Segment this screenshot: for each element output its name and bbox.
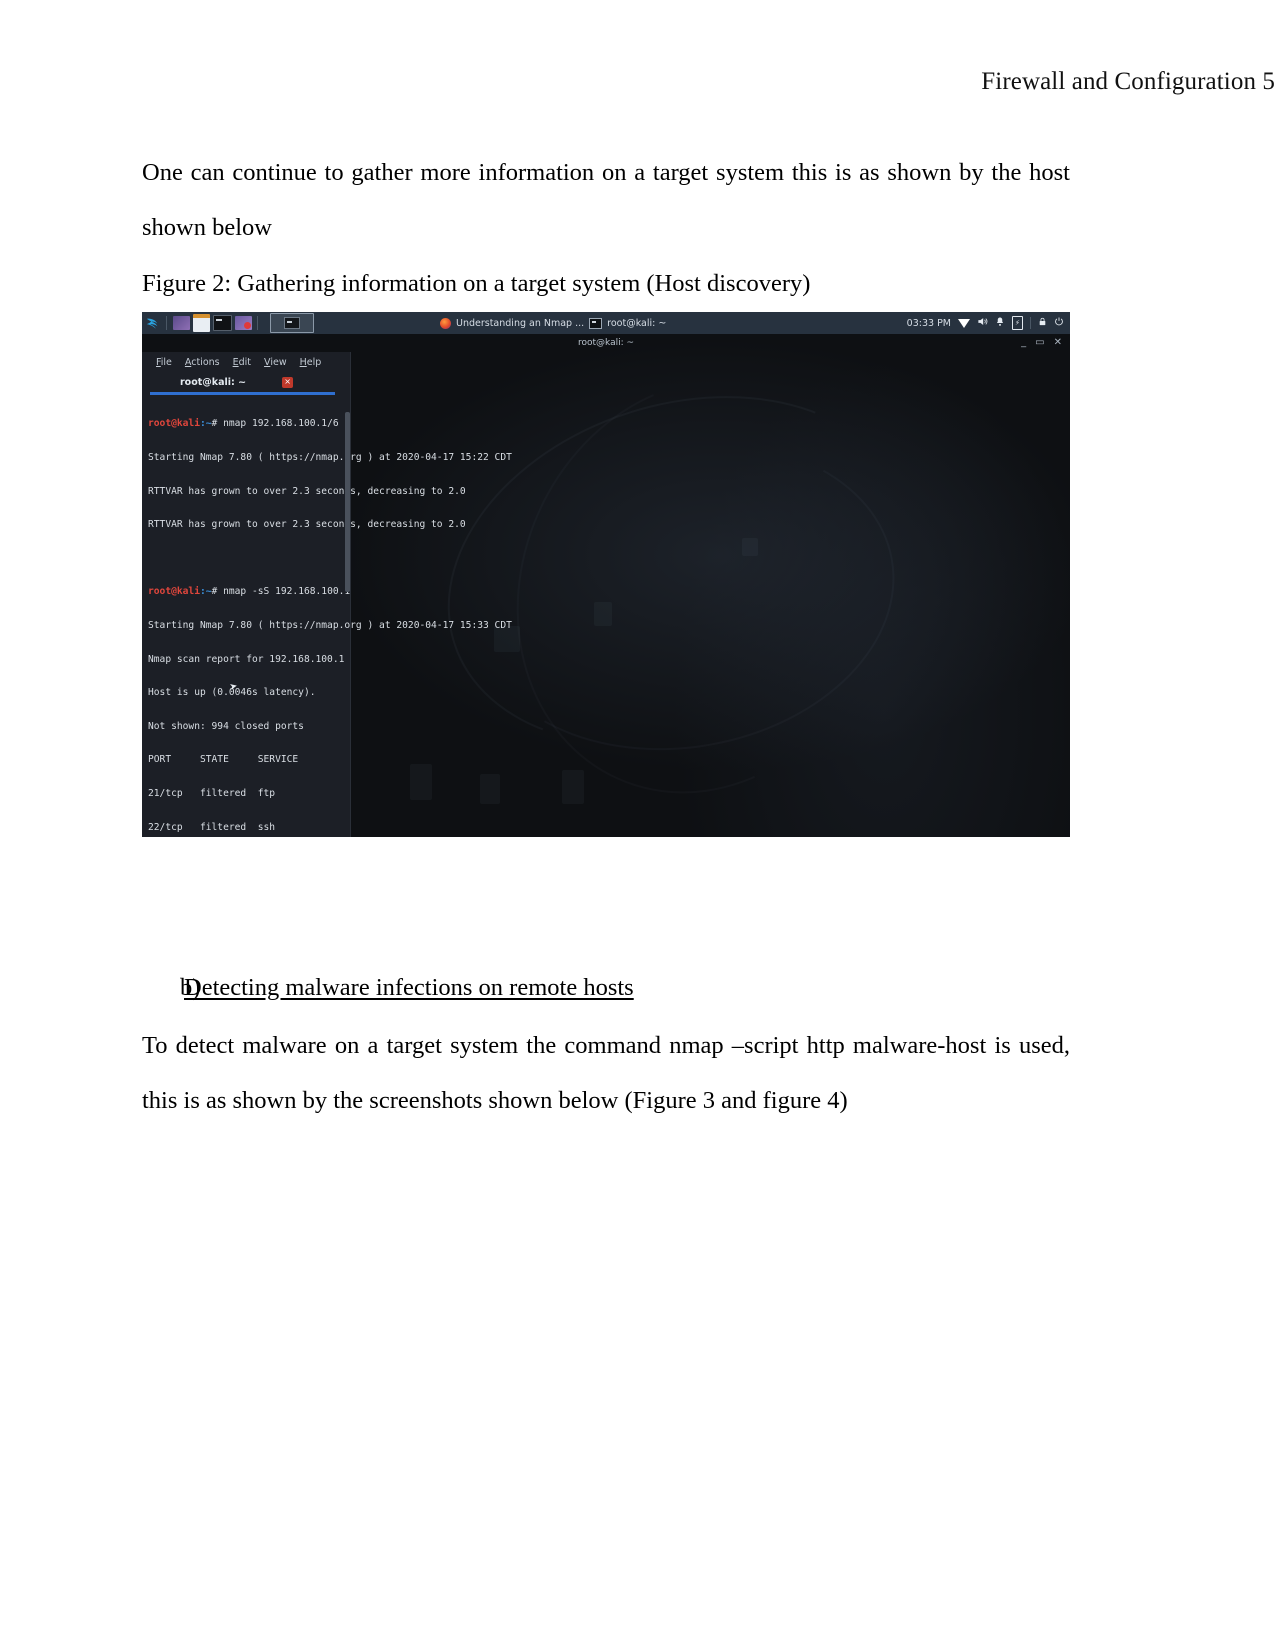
prompt-user: root@kali bbox=[148, 418, 200, 430]
terminal-window: File Actions Edit View Help root@kali: ~… bbox=[142, 352, 512, 837]
menu-view[interactable]: View bbox=[264, 357, 287, 368]
prompt-symbol: # bbox=[211, 586, 224, 598]
figure-caption-block: Figure 2: Gathering information on a tar… bbox=[142, 256, 1070, 311]
terminal-line: Nmap scan report for 192.168.100.1 bbox=[148, 653, 345, 665]
taskbar-divider-2 bbox=[257, 316, 258, 330]
terminal-line: PORT STATE SERVICE bbox=[148, 754, 299, 766]
prompt-symbol: # bbox=[211, 418, 224, 430]
terminal-line: Starting Nmap 7.80 ( https://nmap.org ) … bbox=[148, 452, 512, 464]
terminal-line: 22/tcp filtered ssh bbox=[148, 821, 276, 833]
taskbar-window-list: Understanding an Nmap ... root@kali: ~ bbox=[440, 317, 666, 329]
close-button[interactable]: ✕ bbox=[1054, 338, 1062, 348]
tray-divider bbox=[1030, 317, 1031, 329]
tab-active-underline bbox=[150, 392, 335, 395]
system-tray: 03:33 PM ⚡ bbox=[907, 316, 1070, 330]
menu-file[interactable]: File bbox=[156, 357, 172, 368]
power-icon[interactable] bbox=[1054, 316, 1064, 330]
terminal-line: Not shown: 994 closed ports bbox=[148, 720, 304, 732]
menu-edit[interactable]: Edit bbox=[233, 357, 251, 368]
running-head: Firewall and Configuration 5 bbox=[981, 68, 1275, 95]
terminal-line: 21/tcp filtered ftp bbox=[148, 788, 276, 800]
window-controls: _ ▭ ✕ bbox=[1021, 338, 1062, 348]
app-launcher-4-icon[interactable] bbox=[234, 316, 252, 330]
window-item-terminal-label[interactable]: root@kali: ~ bbox=[607, 318, 666, 329]
terminal-line: root@kali:~# nmap 192.168.100.1/6 bbox=[148, 418, 350, 429]
wallpaper-block-1 bbox=[410, 764, 432, 800]
terminal-scrollbar[interactable] bbox=[345, 412, 350, 592]
terminal-mini-icon bbox=[284, 317, 300, 329]
bell-icon[interactable] bbox=[995, 316, 1005, 330]
prompt-path: :~ bbox=[199, 586, 212, 598]
terminal-window-button[interactable] bbox=[270, 313, 314, 333]
taskbar-divider-1 bbox=[166, 316, 167, 330]
wallpaper-block-5 bbox=[594, 602, 612, 626]
list-item-b: b)Detecting malware infections on remote… bbox=[142, 968, 1070, 1008]
wallpaper-swirl-3 bbox=[451, 318, 957, 837]
prompt-user: root@kali bbox=[148, 586, 200, 598]
wallpaper-block-6 bbox=[742, 538, 758, 556]
window-item-firefox-label[interactable]: Understanding an Nmap ... bbox=[456, 318, 584, 329]
volume-icon[interactable] bbox=[977, 316, 988, 330]
taskbar: Understanding an Nmap ... root@kali: ~ 0… bbox=[142, 312, 1070, 334]
paragraph-1-block: One can continue to gather more informat… bbox=[142, 145, 1070, 255]
terminal-icon[interactable] bbox=[212, 315, 232, 331]
paragraph-1: One can continue to gather more informat… bbox=[142, 159, 1070, 241]
window-title: root@kali: ~ bbox=[577, 338, 635, 348]
minimize-button[interactable]: _ bbox=[1021, 338, 1026, 348]
wallpaper-block-3 bbox=[562, 770, 584, 804]
prompt-path: :~ bbox=[199, 418, 212, 430]
wifi-icon[interactable] bbox=[958, 318, 970, 328]
figure-2-caption: Figure 2: Gathering information on a tar… bbox=[142, 270, 811, 297]
wallpaper-block-2 bbox=[480, 774, 500, 804]
terminal-line: root@kali:~# nmap -sS 192.168.100.1 bbox=[148, 586, 350, 597]
terminal-line: Starting Nmap 7.80 ( https://nmap.org ) … bbox=[148, 620, 512, 632]
terminal-command: nmap 192.168.100.1/6 bbox=[223, 418, 339, 430]
list-item-text: Detecting malware infections on remote h… bbox=[184, 974, 634, 1001]
firefox-icon[interactable] bbox=[440, 317, 451, 329]
menu-bar: File Actions Edit View Help bbox=[142, 352, 350, 372]
menu-actions[interactable]: Actions bbox=[185, 357, 220, 368]
tab-root-kali[interactable]: root@kali: ~ bbox=[180, 377, 246, 388]
figure-2-screenshot: Understanding an Nmap ... root@kali: ~ 0… bbox=[142, 312, 1070, 837]
desktop-area: root@kali: ~ _ ▭ ✕ File Actions Edit Vie… bbox=[142, 318, 1070, 837]
paragraph-2: To detect malware on a target system the… bbox=[142, 1032, 1070, 1114]
terminal-command: nmap -sS 192.168.100.1 bbox=[223, 586, 351, 598]
lock-icon[interactable] bbox=[1038, 316, 1047, 330]
clock[interactable]: 03:33 PM bbox=[907, 318, 951, 329]
taskbar-left bbox=[142, 312, 314, 334]
kali-dragon-icon[interactable] bbox=[142, 312, 162, 334]
tab-close-icon[interactable]: × bbox=[282, 376, 294, 388]
battery-icon[interactable]: ⚡ bbox=[1012, 316, 1023, 330]
paragraph-2-block: To detect malware on a target system the… bbox=[142, 1018, 1070, 1128]
document-page: Firewall and Configuration 5 One can con… bbox=[0, 0, 1275, 1651]
tab-bar: root@kali: ~ × bbox=[142, 372, 350, 392]
menu-help[interactable]: Help bbox=[300, 357, 322, 368]
terminal-line: Host is up (0.0046s latency). bbox=[148, 687, 316, 699]
terminal-line: RTTVAR has grown to over 2.3 seconds, de… bbox=[148, 485, 466, 497]
terminal-window-icon[interactable] bbox=[589, 317, 603, 329]
app-launcher-1-icon[interactable] bbox=[172, 316, 190, 330]
list-marker: b) bbox=[180, 974, 201, 1001]
terminal-line: RTTVAR has grown to over 2.3 seconds, de… bbox=[148, 519, 466, 531]
files-icon[interactable] bbox=[192, 314, 210, 332]
maximize-button[interactable]: ▭ bbox=[1035, 338, 1044, 348]
terminal-output[interactable]: root@kali:~# nmap 192.168.100.1/6 Starti… bbox=[142, 396, 512, 837]
